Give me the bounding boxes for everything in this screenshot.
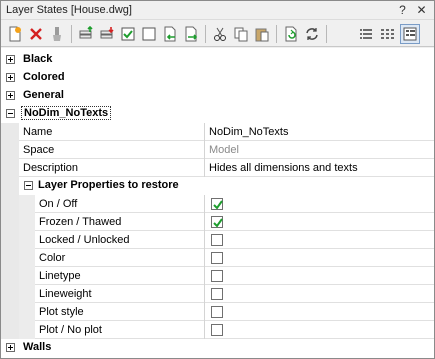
checkbox-on-off[interactable] (211, 198, 223, 210)
checkbox-plot-style[interactable] (211, 306, 223, 318)
checkbox-icon[interactable] (118, 24, 138, 44)
collapse-icon[interactable] (6, 109, 15, 118)
copy-icon[interactable] (231, 24, 251, 44)
restore-item-name: Linetype (35, 267, 205, 285)
new-layer-state-icon[interactable] (5, 24, 25, 44)
expand-icon[interactable] (6, 91, 15, 100)
group-general[interactable]: General (1, 87, 434, 105)
restore-item-value (205, 231, 434, 249)
checkbox-lineweight[interactable] (211, 288, 223, 300)
checkbox-locked-unlocked[interactable] (211, 234, 223, 246)
group-label: Colored (23, 71, 65, 83)
restore-item-value (205, 321, 434, 339)
restore-item-value (205, 303, 434, 321)
property-row: Space Model (19, 141, 434, 159)
collapse-icon[interactable] (24, 181, 33, 190)
restore-item-name: Color (35, 249, 205, 267)
tile-view-icon[interactable] (377, 24, 397, 44)
toolbar-separator (276, 25, 277, 43)
toolbar-separator (326, 25, 327, 43)
delete-icon[interactable] (26, 24, 46, 44)
checkbox-plot-no-plot[interactable] (211, 324, 223, 336)
import-icon[interactable] (160, 24, 180, 44)
indent-band (19, 195, 35, 339)
group-walls[interactable]: Walls (1, 339, 434, 357)
restore-item-value (205, 267, 434, 285)
property-name: Space (19, 141, 205, 159)
blank-page-icon[interactable] (139, 24, 159, 44)
restore-item-name: Frozen / Thawed (35, 213, 205, 231)
group-label: Walls (23, 341, 52, 353)
cut-icon[interactable] (210, 24, 230, 44)
refresh-icon[interactable] (302, 24, 322, 44)
restore-item-row: Plot / No plot (35, 321, 434, 339)
indent-band (1, 123, 19, 339)
restore-item-name: Lineweight (35, 285, 205, 303)
restore-item-row: On / Off (35, 195, 434, 213)
help-icon[interactable]: ? (394, 2, 411, 18)
restore-item-row: Color (35, 249, 434, 267)
group-colored[interactable]: Colored (1, 69, 434, 87)
expand-icon[interactable] (6, 343, 15, 352)
group-label: NoDim_NoTexts (21, 106, 112, 120)
restore-item-name: Locked / Unlocked (35, 231, 205, 249)
group-label: Black (23, 53, 53, 65)
restore-item-value (205, 213, 434, 231)
group-black[interactable]: Black (1, 51, 434, 69)
restore-item-row: Lineweight (35, 285, 434, 303)
group-label: General (23, 89, 64, 101)
group-nodim-notexts[interactable]: NoDim_NoTexts (1, 105, 434, 123)
list-view-icon[interactable] (356, 24, 376, 44)
property-value-name[interactable]: NoDim_NoTexts (205, 123, 434, 141)
properties-view-icon[interactable] (400, 24, 420, 44)
checkbox-linetype[interactable] (211, 270, 223, 282)
restore-item-row: Plot style (35, 303, 434, 321)
property-name: Description (19, 159, 205, 177)
export-icon[interactable] (181, 24, 201, 44)
checkbox-color[interactable] (211, 252, 223, 264)
property-name: Name (19, 123, 205, 141)
restore-item-value (205, 195, 434, 213)
restore-item-value (205, 285, 434, 303)
toolbar-separator (71, 25, 72, 43)
restore-section-header[interactable]: Layer Properties to restore (1, 177, 434, 195)
title-bar: Layer States [House.dwg] ? ✕ (1, 1, 434, 20)
restore-item-row: Frozen / Thawed (35, 213, 434, 231)
layer-states-window: Layer States [House.dwg] ? ✕ Black Color… (0, 0, 435, 359)
toolbar (1, 21, 434, 47)
layers-down-icon[interactable] (97, 24, 117, 44)
window-title: Layer States [House.dwg] (6, 4, 132, 16)
checkbox-frozen-thawed[interactable] (211, 216, 223, 228)
layer-states-tree: Black Colored General NoDim_NoTexts Name… (1, 48, 434, 358)
layers-up-icon[interactable] (76, 24, 96, 44)
brush-icon[interactable] (47, 24, 67, 44)
restore-item-name: Plot style (35, 303, 205, 321)
expand-icon[interactable] (6, 73, 15, 82)
restore-item-name: Plot / No plot (35, 321, 205, 339)
restore-item-row: Locked / Unlocked (35, 231, 434, 249)
paste-icon[interactable] (252, 24, 272, 44)
restore-item-row: Linetype (35, 267, 434, 285)
expand-icon[interactable] (6, 55, 15, 64)
section-label: Layer Properties to restore (38, 179, 179, 191)
toolbar-separator (205, 25, 206, 43)
property-value-space: Model (209, 144, 239, 156)
property-row: Description Hides all dimensions and tex… (19, 159, 434, 177)
close-icon[interactable]: ✕ (413, 2, 430, 18)
restore-item-value (205, 249, 434, 267)
property-row: Name NoDim_NoTexts (19, 123, 434, 141)
property-value-description[interactable]: Hides all dimensions and texts (205, 159, 434, 177)
restore-icon[interactable] (281, 24, 301, 44)
restore-item-name: On / Off (35, 195, 205, 213)
